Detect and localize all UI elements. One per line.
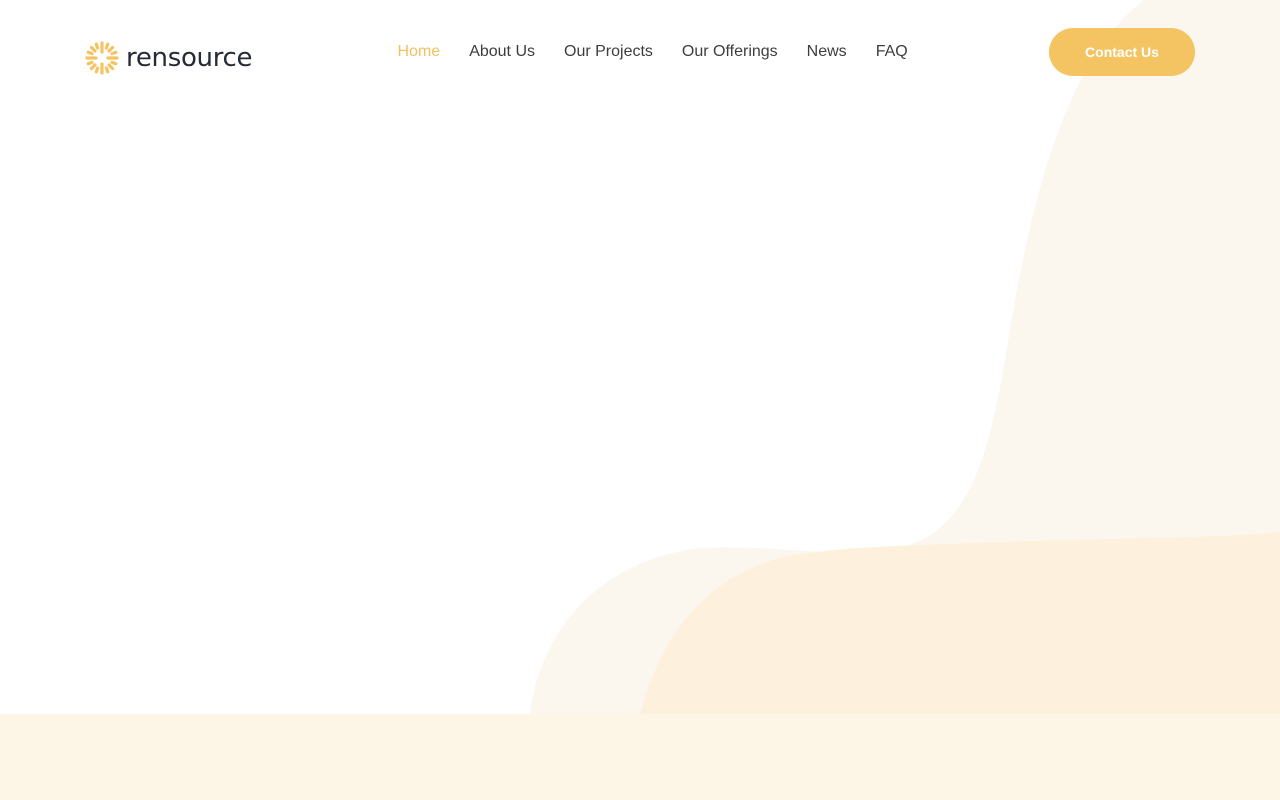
contact-us-button[interactable]: Contact Us [1049,28,1195,76]
logo-link[interactable]: rensource [84,40,253,76]
nav-item-home[interactable]: Home [383,30,455,74]
nav-item-home-wrapper: Home [383,30,455,74]
nav-item-our-offerings[interactable]: Our Offerings [667,30,792,74]
sunburst-icon [85,41,119,75]
nav-item-about-us[interactable]: About Us [455,30,550,74]
nav-item-faq-wrapper: FAQ [861,30,922,74]
site-header: rensource Home About Us Our Projects Our… [0,0,1280,104]
nav-item-news[interactable]: News [792,30,861,74]
nav-item-about-wrapper: About Us [455,30,550,74]
page: rensource Home About Us Our Projects Our… [0,0,1280,800]
nav-item-faq[interactable]: FAQ [861,30,922,74]
nav-item-our-projects[interactable]: Our Projects [550,30,668,74]
nav-item-offerings-wrapper: Our Offerings [667,30,792,74]
logo-wordmark: rensource [126,43,253,73]
hero-background-shapes [530,0,1280,714]
nav-item-projects-wrapper: Our Projects [550,30,668,74]
nav-item-news-wrapper: News [792,30,861,74]
bottom-band [0,714,1280,800]
nav-list: Home About Us Our Projects Our Offerings… [383,30,922,74]
